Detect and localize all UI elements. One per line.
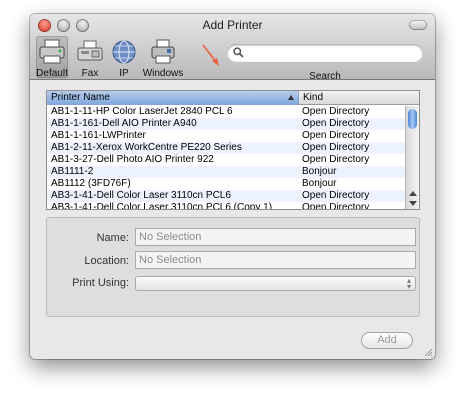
search-label: Search [309, 71, 341, 82]
toolbar-toggle-button[interactable] [409, 20, 427, 30]
toolbar-windows-label: Windows [142, 68, 184, 79]
printer-kind-cell: Open Directory [302, 154, 370, 165]
printer-list[interactable]: Printer Name Kind AB1-1-11-HP Color Lase… [46, 90, 420, 210]
table-row[interactable]: AB3-1-41-Dell Color Laser 3110cn PCL6 Ope… [47, 190, 405, 202]
globe-icon [112, 40, 136, 64]
printer-name-cell: AB1-1-11-HP Color LaserJet 2840 PCL 6 [51, 106, 233, 117]
printer-name-cell: AB1111-2 [51, 166, 94, 177]
print-using-label: Print Using: [72, 277, 129, 289]
name-label: Name: [96, 232, 129, 244]
scroll-up-arrow-icon[interactable] [409, 191, 417, 196]
resize-grip-icon[interactable] [423, 347, 433, 357]
toolbar-default-label: Default [36, 68, 68, 79]
print-using-select[interactable]: ▴ ▾ [135, 276, 416, 291]
toolbar-ip-button[interactable]: IP [108, 38, 140, 79]
scroll-down-arrow-icon[interactable] [409, 201, 417, 206]
printer-kind-cell: Open Directory [302, 202, 370, 210]
table-row[interactable]: AB1111-2 Bonjour [47, 166, 405, 178]
location-field[interactable] [135, 251, 416, 269]
printer-rows: AB1-1-11-HP Color LaserJet 2840 PCL 6 Ope… [47, 106, 405, 210]
list-scrollbar[interactable] [405, 106, 419, 209]
printer-name-cell: AB1-1-161-Dell AIO Printer A940 [51, 118, 197, 129]
column-header-kind-label: Kind [303, 92, 324, 103]
printer-kind-cell: Open Directory [302, 130, 370, 141]
printer-default-icon [39, 39, 65, 64]
table-row[interactable]: AB3-1-41-Dell Color Laser 3110cn PCL6 (C… [47, 202, 405, 210]
table-row[interactable]: AB1-2-11-Xerox WorkCentre PE220 Series Op… [47, 142, 405, 154]
add-printer-window: Add Printer Default Fax IP Windows Searc… [30, 14, 435, 359]
window-title: Add Printer [202, 18, 263, 32]
popup-arrows-icon: ▴ ▾ [406, 276, 411, 291]
toolbar-fax-button[interactable]: Fax [72, 38, 108, 79]
toolbar-fax-label: Fax [81, 68, 99, 79]
column-header-kind[interactable]: Kind [300, 91, 323, 103]
toolbar-windows-button[interactable]: Windows [140, 38, 186, 79]
location-label: Location: [84, 255, 129, 267]
table-row[interactable]: AB1-1-161-Dell AIO Printer A940 Open Dire… [47, 118, 405, 130]
printer-kind-cell: Bonjour [302, 166, 337, 177]
search-icon [233, 47, 244, 58]
column-header-printer-name[interactable]: Printer Name [47, 91, 299, 105]
printer-name-cell: AB3-1-41-Dell Color Laser 3110cn PCL6 (C… [51, 202, 273, 210]
table-row[interactable]: AB1-1-161-LWPrinter Open Directory [47, 130, 405, 142]
printer-name-cell: AB1-1-161-LWPrinter [51, 130, 146, 141]
printer-kind-cell: Bonjour [302, 178, 337, 189]
printer-kind-cell: Open Directory [302, 190, 370, 201]
table-row[interactable]: AB1-1-11-HP Color LaserJet 2840 PCL 6 Ope… [47, 106, 405, 118]
printer-kind-cell: Open Directory [302, 106, 370, 117]
toolbar-ip-label: IP [119, 68, 129, 79]
printer-kind-cell: Open Directory [302, 118, 370, 129]
fax-icon [77, 40, 103, 61]
toolbar: Add Printer Default Fax IP Windows Searc… [30, 14, 435, 82]
add-button[interactable]: Add [361, 332, 413, 349]
column-header-printer-name-label: Printer Name [51, 92, 110, 103]
toolbar-default-button[interactable]: Default [36, 36, 68, 79]
sort-ascending-icon [288, 95, 294, 100]
printer-name-cell: AB3-1-41-Dell Color Laser 3110cn PCL6 [51, 190, 231, 201]
table-row[interactable]: AB1-3-27-Dell Photo AIO Printer 922 Open … [47, 154, 405, 166]
printer-name-cell: AB1-3-27-Dell Photo AIO Printer 922 [51, 154, 214, 165]
printer-kind-cell: Open Directory [302, 142, 370, 153]
toolbar-search: Search [225, 38, 425, 82]
search-input[interactable] [247, 46, 417, 60]
annotation-arrow-icon [202, 44, 219, 66]
search-field[interactable] [227, 44, 423, 62]
table-row[interactable]: AB1112 (3FD76F) Bonjour [47, 178, 405, 190]
printer-name-cell: AB1112 (3FD76F) [51, 178, 131, 189]
printer-details-panel: Name: Location: Print Using: ▴▾ [46, 217, 420, 317]
list-header: Printer Name Kind [47, 91, 419, 105]
name-field[interactable] [135, 228, 416, 246]
scrollbar-thumb[interactable] [408, 109, 417, 129]
printer-name-cell: AB1-2-11-Xerox WorkCentre PE220 Series [51, 142, 242, 153]
windows-printer-icon [151, 39, 175, 64]
